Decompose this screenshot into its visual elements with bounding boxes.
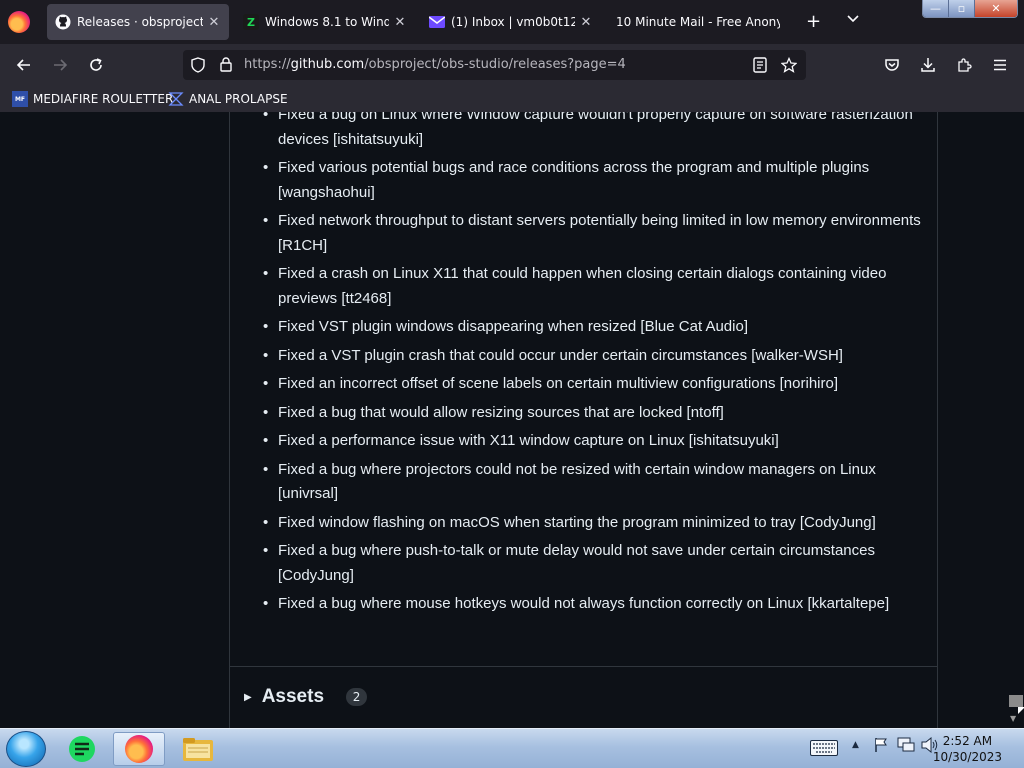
bookmark-anal-prolapse[interactable]: ANAL PROLAPSE: [168, 90, 288, 108]
notes-app-icon: [69, 736, 95, 762]
close-window-button[interactable]: ✕: [975, 0, 1017, 17]
release-note-item: Fixed various potential bugs and race co…: [263, 156, 923, 205]
assets-count-badge: 2: [346, 688, 368, 706]
assets-divider: [230, 666, 937, 667]
release-note-item: Fixed a VST plugin crash that could occu…: [263, 344, 923, 369]
tracking-protection-shield-icon[interactable]: [189, 55, 207, 75]
release-note-item: Fixed an incorrect offset of scene label…: [263, 372, 923, 397]
start-button[interactable]: [6, 731, 46, 767]
zlibrary-icon: Z: [243, 14, 259, 30]
mail-icon: [429, 14, 445, 30]
taskbar-file-explorer[interactable]: [172, 732, 224, 766]
release-note-item: Fixed network throughput to distant serv…: [263, 209, 923, 258]
tab-strip: Releases · obsproject/obs ✕ Z Windows 8.…: [0, 0, 1024, 44]
github-icon: [55, 14, 71, 30]
tab-10minutemail[interactable]: 10 Minute Mail - Free Anony: [608, 4, 788, 40]
tab-title: Releases · obsproject/obs: [77, 15, 203, 29]
firefox-menu-icon[interactable]: [8, 11, 30, 33]
release-note-item: Fixed a bug where push-to-talk or mute d…: [263, 539, 923, 588]
assets-toggle[interactable]: ▶ Assets 2: [244, 686, 368, 708]
window-controls: — ▫ ✕: [922, 0, 1018, 18]
release-note-item: Fixed a bug on Linux where Window captur…: [263, 112, 923, 152]
tab-close-icon[interactable]: ✕: [207, 15, 221, 30]
new-tab-button[interactable]: +: [806, 12, 821, 32]
downloads-icon[interactable]: [916, 53, 940, 77]
assets-heading: Assets: [261, 686, 325, 707]
maximize-button[interactable]: ▫: [949, 0, 975, 17]
tab-close-icon[interactable]: ✕: [579, 15, 593, 30]
bookmark-mediafire[interactable]: MF MEDIAFIRE ROULETTER: [12, 90, 173, 108]
bookmarks-toolbar: MF MEDIAFIRE ROULETTER ANAL PROLAPSE: [0, 86, 1024, 112]
url-path: /obsproject/obs-studio/releases?page=4: [364, 57, 626, 72]
tab-title: (1) Inbox | vm0b0t1223@: [451, 15, 575, 29]
reload-button[interactable]: [84, 53, 108, 77]
tab-releases[interactable]: Releases · obsproject/obs ✕: [47, 4, 229, 40]
lock-icon[interactable]: [217, 55, 235, 75]
pocket-icon[interactable]: [880, 53, 904, 77]
tab-title: 10 Minute Mail - Free Anony: [616, 15, 780, 29]
url-bar[interactable]: https://github.com/obsproject/obs-studio…: [183, 50, 806, 80]
tab-windows[interactable]: Z Windows 8.1 to Windows ✕: [235, 4, 415, 40]
mouse-cursor: [1018, 707, 1024, 714]
bookmark-label: MEDIAFIRE ROULETTER: [33, 92, 174, 106]
release-notes-list: Fixed a bug on Linux where Window captur…: [263, 112, 923, 621]
disclosure-triangle-icon: ▶: [244, 691, 252, 703]
network-icon[interactable]: [897, 737, 915, 757]
bookmark-label: ANAL PROLAPSE: [189, 92, 288, 106]
scroll-down-arrow-icon[interactable]: ▼: [1010, 714, 1016, 723]
url-text[interactable]: https://github.com/obsproject/obs-studio…: [244, 57, 626, 72]
mediafire-icon: MF: [12, 91, 28, 107]
release-note-item: Fixed a bug that would allow resizing so…: [263, 401, 923, 426]
hamburger-menu-icon[interactable]: [988, 53, 1012, 77]
bookmark-star-icon[interactable]: [780, 55, 798, 75]
show-hidden-icons-icon[interactable]: ▲: [852, 740, 859, 750]
release-note-item: Fixed VST plugin windows disappearing wh…: [263, 315, 923, 340]
back-button[interactable]: [12, 53, 36, 77]
keyboard-icon[interactable]: [810, 740, 838, 760]
taskbar: ▲ 2:52 AM 10/30/2023: [0, 728, 1024, 768]
bookmark-page-icon: [168, 91, 184, 107]
tab-inbox[interactable]: (1) Inbox | vm0b0t1223@ ✕: [421, 4, 601, 40]
tab-title: Windows 8.1 to Windows: [265, 15, 389, 29]
tab-close-icon[interactable]: ✕: [393, 15, 407, 30]
navigation-toolbar: https://github.com/obsproject/obs-studio…: [0, 44, 1024, 86]
system-clock[interactable]: 2:52 AM 10/30/2023: [933, 733, 1002, 765]
release-note-item: Fixed a bug where mouse hotkeys would no…: [263, 592, 923, 617]
release-note-item: Fixed a bug where projectors could not b…: [263, 458, 923, 507]
page-content: Fixed a bug on Linux where Window captur…: [0, 112, 1008, 728]
release-note-item: Fixed window flashing on macOS when star…: [263, 511, 923, 536]
firefox-icon: [125, 735, 153, 763]
taskbar-firefox[interactable]: [113, 732, 165, 766]
folder-icon: [183, 738, 213, 761]
forward-button[interactable]: [48, 53, 72, 77]
clock-date: 10/30/2023: [932, 750, 1002, 764]
minimize-button[interactable]: —: [923, 0, 949, 17]
url-scheme: https://: [244, 57, 291, 72]
reader-view-icon[interactable]: [751, 55, 769, 75]
release-note-item: Fixed a crash on Linux X11 that could ha…: [263, 262, 923, 311]
taskbar-notes-app[interactable]: [56, 732, 108, 766]
extensions-icon[interactable]: [952, 53, 976, 77]
tab-list-button[interactable]: [846, 10, 860, 30]
scrollbar-thumb[interactable]: [1009, 695, 1023, 707]
action-center-flag-icon[interactable]: [874, 737, 888, 757]
url-host: github.com: [290, 57, 365, 72]
release-note-item: Fixed a performance issue with X11 windo…: [263, 429, 923, 454]
page-scrollbar[interactable]: [1008, 112, 1024, 728]
clock-time: 2:52 AM: [942, 734, 993, 748]
